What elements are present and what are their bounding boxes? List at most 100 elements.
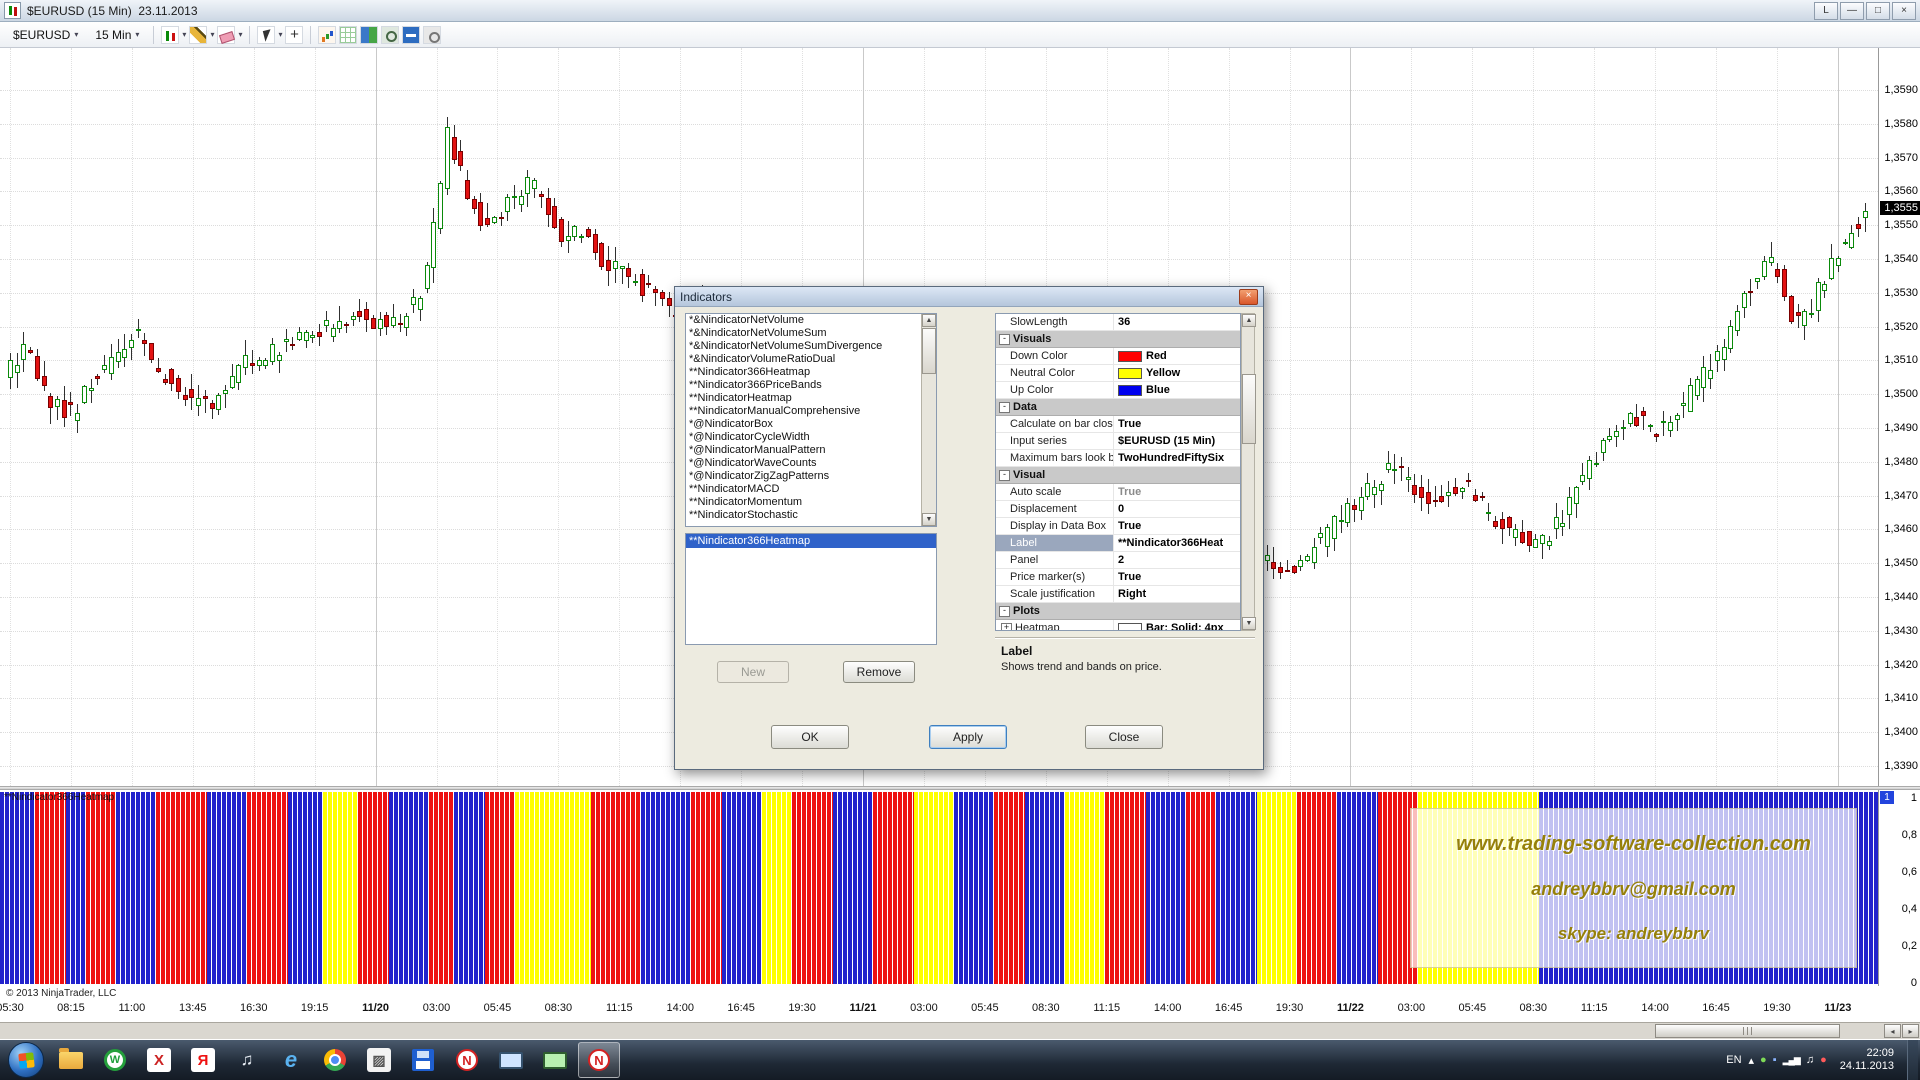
indicator-list-item[interactable]: *@NindicatorCycleWidth bbox=[686, 431, 921, 444]
property-row-display-in-data-box[interactable]: Display in Data BoxTrue bbox=[996, 518, 1240, 535]
selected-indicators-list[interactable]: **Nindicator366Heatmap bbox=[685, 533, 937, 645]
indicator-list-item[interactable]: *&NindicatorVolumeRatioDual bbox=[686, 353, 921, 366]
indicator-list-item[interactable]: **Nindicator366PriceBands bbox=[686, 379, 921, 392]
output-icon[interactable] bbox=[402, 26, 420, 44]
eraser-icon[interactable] bbox=[217, 26, 235, 44]
taskbar-app-media-player[interactable]: W bbox=[94, 1042, 136, 1078]
taskbar-app-chart-editor[interactable]: ▨ bbox=[358, 1042, 400, 1078]
indicator-list-item[interactable]: *&NindicatorNetVolume bbox=[686, 314, 921, 327]
log-button[interactable]: L bbox=[1814, 2, 1838, 20]
remove-button[interactable]: Remove bbox=[843, 661, 915, 683]
property-row-label[interactable]: Label**Nindicator366Heat bbox=[996, 535, 1240, 552]
property-row-displacement[interactable]: Displacement0 bbox=[996, 501, 1240, 518]
indicator-list-item[interactable]: *&NindicatorNetVolumeSumDivergence bbox=[686, 340, 921, 353]
scroll-down-arrow[interactable]: ▼ bbox=[1242, 617, 1256, 630]
taskbar-app-floppy-save[interactable] bbox=[402, 1042, 444, 1078]
scrollbar-thumb[interactable] bbox=[1242, 374, 1256, 444]
close-button[interactable]: × bbox=[1892, 2, 1916, 20]
close-dialog-button[interactable]: Close bbox=[1085, 725, 1163, 749]
expand-icon[interactable]: + bbox=[1001, 623, 1012, 632]
start-button[interactable] bbox=[8, 1042, 44, 1078]
property-section-data[interactable]: -Data bbox=[996, 399, 1240, 416]
indicator-list-item[interactable]: **NindicatorManualComprehensive bbox=[686, 405, 921, 418]
collapse-icon[interactable]: - bbox=[999, 606, 1010, 617]
taskbar-app-remote-desktop[interactable] bbox=[490, 1042, 532, 1078]
maximize-button[interactable]: □ bbox=[1866, 2, 1890, 20]
network-icon[interactable]: ▂▄▆ bbox=[1783, 1055, 1800, 1066]
property-row-scale-justification[interactable]: Scale justificationRight bbox=[996, 586, 1240, 603]
property-row-heatmap[interactable]: +HeatmapBar; Solid; 4px bbox=[996, 620, 1240, 631]
ok-button[interactable]: OK bbox=[771, 725, 849, 749]
scroll-up-arrow[interactable]: ▲ bbox=[922, 314, 936, 327]
instrument-dropdown[interactable]: $EURUSD ▾ bbox=[6, 25, 85, 45]
indicator-list-item[interactable]: *@NindicatorWaveCounts bbox=[686, 457, 921, 470]
indicators-icon[interactable] bbox=[318, 26, 336, 44]
collapse-icon[interactable]: - bbox=[999, 402, 1010, 413]
dialog-close-button[interactable]: × bbox=[1239, 289, 1258, 305]
indicator-list-item[interactable]: **NindicatorMACD bbox=[686, 483, 921, 496]
indicator-list-item[interactable]: **NindicatorHeatmap bbox=[686, 392, 921, 405]
taskbar-app-monitor-green[interactable] bbox=[534, 1042, 576, 1078]
property-section-visuals[interactable]: -Visuals bbox=[996, 331, 1240, 348]
property-row-maximum-bars-look-b-[interactable]: Maximum bars look b.TwoHundredFiftySix bbox=[996, 450, 1240, 467]
collapse-icon[interactable]: - bbox=[999, 334, 1010, 345]
indicator-list-item[interactable]: **Nindicator366Heatmap bbox=[686, 366, 921, 379]
collapse-icon[interactable]: - bbox=[999, 470, 1010, 481]
indicator-list-item[interactable]: *&NindicatorNetVolumeSum bbox=[686, 327, 921, 340]
horizontal-scrollbar[interactable]: ◂ ▸ bbox=[0, 1022, 1920, 1039]
property-row-auto-scale[interactable]: Auto scaleTrue bbox=[996, 484, 1240, 501]
grid-icon[interactable] bbox=[339, 26, 357, 44]
indicator-list-item[interactable]: **NindicatorMomentum bbox=[686, 496, 921, 509]
property-row-neutral-color[interactable]: Neutral ColorYellow bbox=[996, 365, 1240, 382]
property-row-slowlength[interactable]: SlowLength36 bbox=[996, 314, 1240, 331]
scroll-left-arrow[interactable]: ◂ bbox=[1884, 1024, 1901, 1038]
taskbar-app-red-x-app[interactable]: X bbox=[138, 1042, 180, 1078]
scroll-right-arrow[interactable]: ▸ bbox=[1902, 1024, 1919, 1038]
taskbar-clock[interactable]: 22:09 24.11.2013 bbox=[1840, 1047, 1894, 1073]
property-row-price-marker-s-[interactable]: Price marker(s)True bbox=[996, 569, 1240, 586]
chart-trader-icon[interactable] bbox=[360, 26, 378, 44]
indicator-list-item[interactable]: *@NindicatorManualPattern bbox=[686, 444, 921, 457]
list-scrollbar[interactable]: ▲ ▼ bbox=[921, 314, 936, 526]
interval-dropdown[interactable]: 15 Min ▾ bbox=[88, 25, 146, 45]
snapshot-icon[interactable] bbox=[381, 26, 399, 44]
property-row-up-color[interactable]: Up ColorBlue bbox=[996, 382, 1240, 399]
new-button[interactable]: New bbox=[717, 661, 789, 683]
crosshair-icon[interactable] bbox=[285, 26, 303, 44]
indicator-list-item[interactable]: *@NindicatorBox bbox=[686, 418, 921, 431]
taskbar-app-internet-explorer[interactable]: e bbox=[270, 1042, 312, 1078]
volume-icon[interactable]: ♫ bbox=[1806, 1054, 1814, 1066]
taskbar-app-chrome-browser[interactable] bbox=[314, 1042, 356, 1078]
chart-style-icon[interactable] bbox=[161, 26, 179, 44]
taskbar-app-yandex-browser[interactable]: Я bbox=[182, 1042, 224, 1078]
property-grid-scrollbar[interactable]: ▲ ▼ bbox=[1241, 313, 1255, 631]
status-green-icon[interactable]: ● bbox=[1760, 1054, 1767, 1066]
selected-indicator-item[interactable]: **Nindicator366Heatmap bbox=[686, 534, 936, 548]
indicator-list-item[interactable]: *@NindicatorZigZagPatterns bbox=[686, 470, 921, 483]
properties-icon[interactable] bbox=[423, 26, 441, 44]
pencil-icon[interactable] bbox=[189, 26, 207, 44]
minimize-button[interactable]: — bbox=[1840, 2, 1864, 20]
property-row-panel[interactable]: Panel2 bbox=[996, 552, 1240, 569]
available-indicators-list[interactable]: *&NindicatorNetVolume*&NindicatorNetVolu… bbox=[685, 313, 937, 527]
scrollbar-thumb[interactable] bbox=[1655, 1024, 1840, 1038]
property-row-calculate-on-bar-close[interactable]: Calculate on bar closeTrue bbox=[996, 416, 1240, 433]
taskbar-app-ninjatrader-active[interactable]: N bbox=[578, 1042, 620, 1078]
dialog-titlebar[interactable]: Indicators × bbox=[675, 287, 1263, 307]
property-section-plots[interactable]: -Plots bbox=[996, 603, 1240, 620]
price-axis[interactable]: 1,35901,35801,35701,35601,35501,35401,35… bbox=[1878, 48, 1920, 786]
show-hidden-icons-icon[interactable]: ▴ bbox=[1749, 1054, 1755, 1067]
apply-button[interactable]: Apply bbox=[929, 725, 1007, 749]
taskbar-app-ninjatrader[interactable]: N bbox=[446, 1042, 488, 1078]
taskbar-app-volume-mixer[interactable]: ♫ bbox=[226, 1042, 268, 1078]
language-indicator[interactable]: EN bbox=[1726, 1054, 1741, 1066]
scrollbar-thumb[interactable] bbox=[922, 328, 936, 374]
taskbar-app-explorer-folder[interactable] bbox=[50, 1042, 92, 1078]
scroll-up-arrow[interactable]: ▲ bbox=[1242, 314, 1256, 327]
property-row-input-series[interactable]: Input series$EURUSD (15 Min) bbox=[996, 433, 1240, 450]
property-section-visual[interactable]: -Visual bbox=[996, 467, 1240, 484]
indicator-list-item[interactable]: **NindicatorStochastic bbox=[686, 509, 921, 522]
scroll-down-arrow[interactable]: ▼ bbox=[922, 513, 936, 526]
status-blue-icon[interactable]: ▪ bbox=[1773, 1054, 1777, 1066]
show-desktop-button[interactable] bbox=[1907, 1040, 1918, 1080]
